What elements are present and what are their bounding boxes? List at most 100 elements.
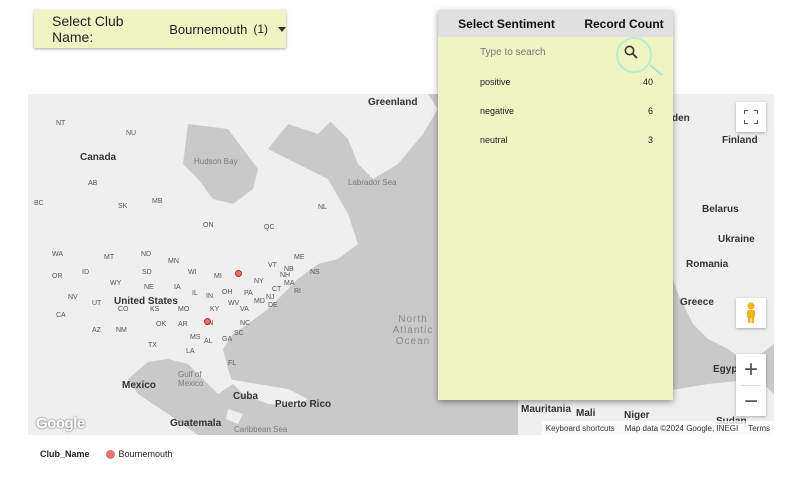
- label-ok: OK: [156, 321, 167, 328]
- label-ne: NE: [144, 284, 154, 291]
- label-nv: NV: [68, 294, 78, 301]
- label-de: DE: [268, 302, 278, 309]
- zoom-out-button[interactable]: −: [736, 386, 766, 417]
- label-egypt: Egyp: [713, 364, 738, 375]
- label-mn: MN: [168, 258, 179, 265]
- label-me: ME: [294, 254, 305, 261]
- label-wv: WV: [228, 300, 240, 307]
- label-ga: GA: [222, 336, 233, 343]
- sentiment-count: 6: [647, 105, 653, 116]
- label-nu: NU: [126, 130, 137, 137]
- label-mb: MB: [152, 198, 163, 205]
- label-sk: SK: [118, 203, 128, 210]
- label-oh: OH: [222, 289, 233, 296]
- fullscreen-icon: [744, 110, 758, 124]
- label-mauritania: Mauritania: [521, 404, 572, 415]
- legend-item[interactable]: Bournemouth: [119, 449, 173, 459]
- label-guatemala: Guatemala: [170, 418, 222, 429]
- sentiment-count: 40: [642, 76, 653, 87]
- map-attribution: Keyboard shortcuts Map data ©2024 Google…: [541, 421, 774, 435]
- label-cuba: Cuba: [233, 391, 258, 402]
- label-nc: NC: [240, 320, 251, 327]
- label-puerto-rico: Puerto Rico: [275, 399, 332, 410]
- label-mali: Mali: [576, 408, 596, 419]
- label-ab: AB: [88, 180, 98, 187]
- label-ma: MA: [284, 280, 295, 287]
- sentiment-name: negative: [480, 105, 515, 116]
- label-finland: Finland: [722, 135, 758, 146]
- label-labrador-sea: Labrador Sea: [348, 178, 397, 187]
- label-nj: NJ: [266, 294, 275, 301]
- label-mi: MI: [214, 273, 222, 280]
- label-sc: SC: [234, 330, 244, 337]
- label-nd: ND: [141, 251, 152, 258]
- label-id: ID: [82, 269, 89, 276]
- map-data-text: Map data ©2024 Google, INEGI: [624, 423, 739, 433]
- label-ms: MS: [190, 334, 201, 341]
- label-caribbean-sea: Caribbean Sea: [234, 425, 288, 434]
- col-sentiment-header[interactable]: Select Sentiment: [438, 17, 575, 31]
- sentiment-panel: Select Sentiment Record Count positive 4…: [438, 10, 673, 400]
- sentiment-name: positive: [480, 76, 511, 87]
- label-il: IL: [192, 290, 198, 297]
- label-canada: Canada: [80, 152, 117, 163]
- label-fl: FL: [228, 360, 237, 367]
- fullscreen-button[interactable]: [736, 102, 766, 132]
- legend-title: Club_Name: [40, 449, 90, 459]
- label-ri: RI: [294, 288, 301, 295]
- sentiment-count: 3: [647, 134, 653, 145]
- list-item[interactable]: neutral 3: [438, 125, 673, 154]
- label-az: AZ: [92, 327, 101, 334]
- map-marker[interactable]: [204, 318, 211, 325]
- label-co: CO: [118, 306, 129, 313]
- search-icon[interactable]: [624, 45, 638, 59]
- panel-header: Select Sentiment Record Count: [438, 10, 673, 37]
- label-nl: NL: [318, 204, 327, 211]
- label-wa: WA: [52, 251, 64, 258]
- label-ia: IA: [174, 284, 181, 291]
- label-mo: MO: [178, 306, 190, 313]
- label-ny: NY: [254, 278, 264, 285]
- search-row: [438, 37, 673, 76]
- list-item[interactable]: negative 6: [438, 96, 673, 125]
- label-wy: WY: [110, 280, 122, 287]
- label-ky: KY: [210, 306, 220, 313]
- club-select-label: Select Club Name:: [52, 13, 124, 45]
- label-nh: NH: [280, 272, 291, 279]
- club-name-dropdown[interactable]: Select Club Name: Bournemouth (1): [34, 10, 286, 48]
- terms-link[interactable]: Terms: [748, 424, 770, 433]
- label-al: AL: [204, 338, 213, 345]
- label-ks: KS: [150, 306, 160, 313]
- google-logo[interactable]: Google: [36, 415, 85, 432]
- keyboard-shortcuts-link[interactable]: Keyboard shortcuts: [546, 424, 615, 433]
- map-marker[interactable]: [235, 270, 242, 277]
- legend: Club_Name Bournemouth: [40, 449, 173, 459]
- label-greenland: Greenland: [368, 97, 418, 108]
- label-north-atlantic-ocean: North Atlantic Ocean: [392, 314, 434, 347]
- label-mexico: Mexico: [122, 380, 156, 391]
- label-bc: BC: [34, 200, 44, 207]
- label-ukraine: Ukraine: [718, 234, 755, 245]
- label-gulf-of-mexico: Gulf of Mexico: [178, 370, 204, 388]
- chevron-down-icon: [278, 26, 286, 32]
- label-ar: AR: [178, 321, 188, 328]
- street-view-button[interactable]: [736, 298, 766, 328]
- label-ns: NS: [310, 269, 320, 276]
- label-belarus: Belarus: [702, 204, 739, 215]
- label-vt: VT: [268, 262, 277, 269]
- sentiment-name: neutral: [480, 134, 508, 145]
- label-niger: Niger: [624, 410, 650, 421]
- legend-color-dot: [105, 449, 115, 459]
- label-sd: SD: [142, 269, 152, 276]
- label-nt: NT: [56, 120, 66, 127]
- label-wi: WI: [188, 269, 197, 276]
- search-input[interactable]: [480, 46, 610, 58]
- label-pa: PA: [244, 290, 253, 297]
- label-den: den: [672, 113, 690, 124]
- label-tx: TX: [148, 342, 157, 349]
- zoom-in-button[interactable]: +: [736, 354, 766, 385]
- col-count-header[interactable]: Record Count: [575, 17, 673, 31]
- label-ut: UT: [92, 300, 102, 307]
- label-la: LA: [186, 348, 195, 355]
- label-ca: CA: [56, 312, 66, 319]
